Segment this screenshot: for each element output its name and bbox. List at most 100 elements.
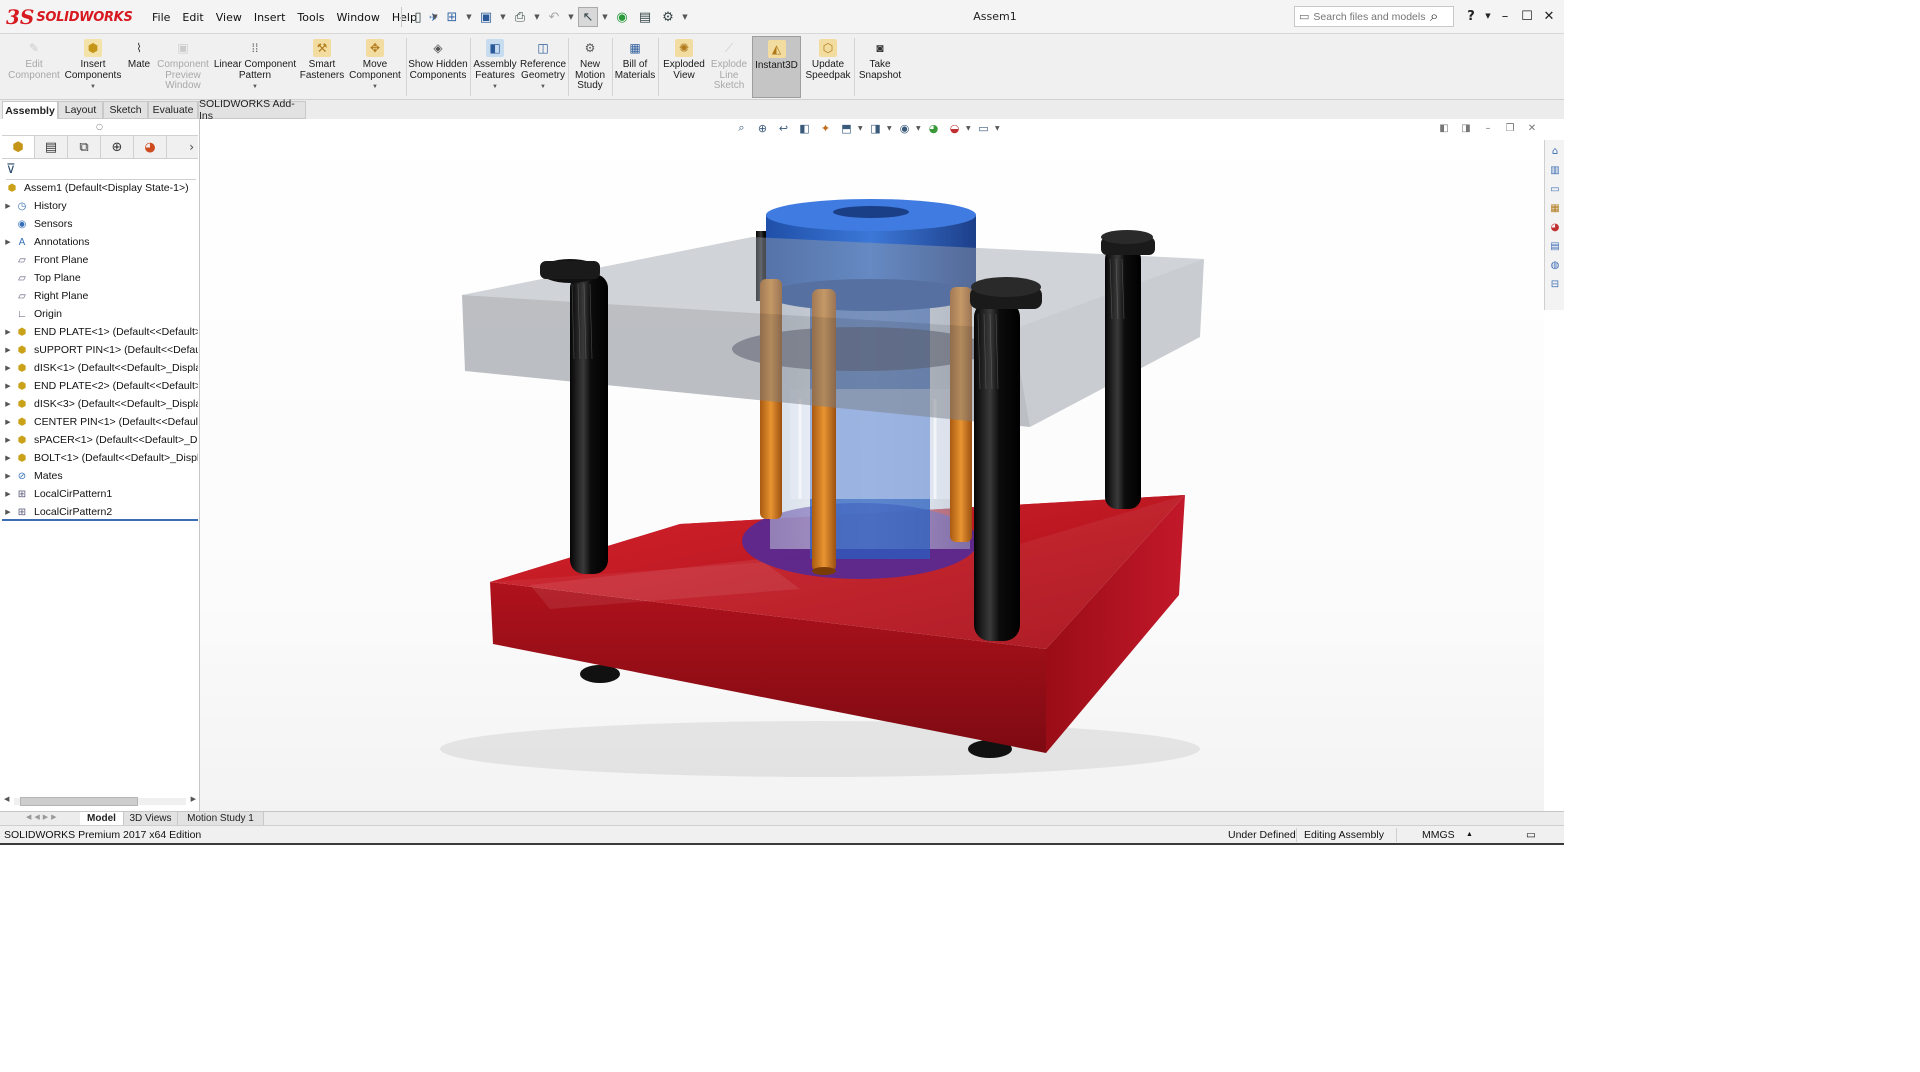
chevron-down-icon[interactable]: ▼ (567, 13, 575, 21)
instant3d-button[interactable]: ◭ Instant3D (752, 36, 801, 98)
solidworks-forum-icon[interactable]: ◍ (1547, 257, 1563, 273)
tree-item-front-plane[interactable]: ▱ Front Plane (2, 251, 198, 269)
chevron-down-icon[interactable]: ▼ (601, 13, 609, 21)
chevron-down-icon[interactable]: ▼ (252, 82, 258, 93)
linear-component-pattern-button[interactable]: ⁞⁞ Linear Component Pattern ▼ (212, 36, 298, 98)
comment-bubble-icon[interactable]: ▭ (1526, 829, 1536, 841)
chevron-down-icon[interactable]: ▼ (995, 125, 1001, 132)
graphics-area[interactable]: ⌕ ⊕ ↩ ◧ ✦ ⬒ ▼ ◨ ▼ ◉ ▼ ◕ ◒ ▼ ▭ ▼ ◧ ◨ – ❐ … (200, 119, 1544, 811)
zoom-to-fit-icon[interactable]: ⌕ (732, 119, 751, 137)
expand-arrow-icon[interactable]: ▶ (2, 202, 14, 210)
chevron-up-icon[interactable]: ▲ (1466, 831, 1473, 838)
rollback-bar[interactable] (2, 519, 198, 521)
featuremanager-tree-icon[interactable]: ⬢ (2, 136, 35, 158)
split-left-icon[interactable]: ◧ (1436, 120, 1452, 136)
dimxpertmanager-icon[interactable]: ⊕ (101, 136, 134, 158)
chevron-down-icon[interactable]: ▼ (465, 13, 473, 21)
appearances-icon[interactable]: ◕ (1547, 219, 1563, 235)
tree-item-annotations[interactable]: ▶ A Annotations (2, 233, 198, 251)
insert-components-button[interactable]: ⬢ Insert Components ▼ (64, 36, 122, 98)
rebuild-icon[interactable]: ◉ (612, 7, 632, 27)
move-component-button[interactable]: ✥ Move Component ▼ (346, 36, 404, 98)
configurationmanager-icon[interactable]: ⧉ (68, 136, 101, 158)
split-right-icon[interactable]: ◨ (1458, 120, 1474, 136)
chevron-down-icon[interactable]: ▼ (90, 82, 96, 93)
menu-window[interactable]: Window (331, 11, 386, 24)
menu-file[interactable]: File (146, 11, 176, 24)
tree-item-top-plane[interactable]: ▱ Top Plane (2, 269, 198, 287)
tab-layout[interactable]: Layout (58, 101, 103, 119)
propertymanager-icon[interactable]: ▤ (35, 136, 68, 158)
new-motion-study-button[interactable]: ⚙ New Motion Study (570, 36, 610, 98)
assembly-features-button[interactable]: ◧ Assembly Features ▼ (472, 36, 518, 98)
menu-edit[interactable]: Edit (176, 11, 209, 24)
close-icon[interactable]: ✕ (1524, 120, 1540, 136)
chevron-down-icon[interactable]: ▼ (431, 13, 439, 21)
tree-item-localcirpattern1[interactable]: ▶ ⊞ LocalCirPattern1 (2, 485, 198, 503)
tab-evaluate[interactable]: Evaluate (148, 101, 198, 119)
tree-item-center-pin-1[interactable]: ▶ ⬢ CENTER PIN<1> (Default<<Default> (2, 413, 198, 431)
filter-icon[interactable]: ⊽ (6, 162, 196, 180)
chevron-down-icon[interactable]: ▼ (1484, 6, 1492, 26)
expand-arrow-icon[interactable]: ▶ (2, 490, 14, 498)
expand-arrow-icon[interactable]: ▶ (2, 454, 14, 462)
dynamic-annotation-icon[interactable]: ✦ (816, 119, 835, 137)
explode-line-sketch-button[interactable]: ⟋ Explode Line Sketch (708, 36, 750, 98)
tree-root-assembly[interactable]: ⬢ Assem1 (Default<Display State-1>) (2, 179, 198, 197)
component-preview-window-button[interactable]: ▣ Component Preview Window (156, 36, 210, 98)
expand-arrow-icon[interactable]: ▶ (2, 346, 14, 354)
tree-item-spacer-1[interactable]: ▶ ⬢ sPACER<1> (Default<<Default>_Dis (2, 431, 198, 449)
chevron-down-icon[interactable]: ▼ (372, 82, 378, 93)
apply-scene-icon[interactable]: ◒ (945, 119, 964, 137)
hide-show-items-icon[interactable]: ◉ (895, 119, 914, 137)
chevron-down-icon[interactable]: ▼ (916, 125, 922, 132)
save-icon[interactable]: ▣ (476, 7, 496, 27)
tab-assembly[interactable]: Assembly (2, 101, 58, 119)
expand-arrow-icon[interactable]: ▶ (2, 436, 14, 444)
tab-solidworks-add-ins[interactable]: SOLIDWORKS Add-Ins (198, 98, 306, 122)
minimize-icon[interactable]: – (1480, 120, 1496, 136)
section-view-icon[interactable]: ◧ (795, 119, 814, 137)
undo-icon[interactable]: ↶ (544, 7, 564, 27)
displaymanager-icon[interactable]: ◕ (134, 136, 167, 158)
update-speedpak-button[interactable]: ⬡ Update Speedpak (804, 36, 852, 98)
toolbox-icon[interactable]: ⊟ (1547, 276, 1563, 292)
view-palette-icon[interactable]: ▦ (1547, 200, 1563, 216)
chevron-down-icon[interactable]: ▼ (858, 125, 864, 132)
expand-arrow-icon[interactable]: ▶ (2, 472, 14, 480)
file-properties-icon[interactable]: ▤ (635, 7, 655, 27)
menu-view[interactable]: View (210, 11, 248, 24)
previous-view-icon[interactable]: ↩ (774, 119, 793, 137)
tree-horizontal-scrollbar[interactable]: ◀ ▶ (4, 795, 196, 807)
restore-icon[interactable]: ❐ (1502, 120, 1518, 136)
tab-motion-study-1[interactable]: Motion Study 1 (178, 812, 264, 825)
reference-geometry-button[interactable]: ◫ Reference Geometry ▼ (520, 36, 566, 98)
chevron-down-icon[interactable]: ▼ (492, 82, 498, 93)
solidworks-logo[interactable]: 3S SOLIDWORKS (6, 3, 133, 31)
edit-component-button[interactable]: ✎ Edit Component (6, 36, 62, 98)
tree-item-bolt-1[interactable]: ▶ ⬢ BOLT<1> (Default<<Default>_Displ: (2, 449, 198, 467)
expand-arrow-icon[interactable]: ▶ (2, 364, 14, 372)
chevron-down-icon[interactable]: ▼ (681, 13, 689, 21)
expand-arrow-icon[interactable]: ▶ (2, 382, 14, 390)
expand-arrow-icon[interactable]: ▶ (2, 328, 14, 336)
search-input[interactable] (1313, 10, 1432, 23)
menu-tools[interactable]: Tools (291, 11, 330, 24)
chevron-down-icon[interactable]: ▼ (533, 13, 541, 21)
scroll-left-icon[interactable]: ◀ (4, 795, 9, 803)
tab-model[interactable]: Model (80, 812, 124, 825)
scroll-right-icon[interactable]: ▶ (191, 795, 196, 803)
mate-button[interactable]: ⌇ Mate (124, 36, 154, 98)
scroll-thumb[interactable] (20, 797, 138, 806)
minimize-icon[interactable]: – (1496, 6, 1514, 26)
new-document-icon[interactable]: ▯ (408, 7, 428, 27)
tab-scroll-arrows-icon[interactable]: ◀◀▶▶ (26, 813, 60, 821)
exploded-view-button[interactable]: ✺ Exploded View (660, 36, 708, 98)
show-hidden-components-button[interactable]: ◈ Show Hidden Components (408, 36, 468, 98)
options-gear-icon[interactable]: ⚙ (658, 7, 678, 27)
tree-item-origin[interactable]: ∟ Origin (2, 305, 198, 323)
select-pointer-icon[interactable]: ↖ (578, 7, 598, 27)
custom-properties-icon[interactable]: ▤ (1547, 238, 1563, 254)
assembly-3d-model[interactable] (200, 119, 1544, 811)
tree-item-disk-1[interactable]: ▶ ⬢ dISK<1> (Default<<Default>_Displa (2, 359, 198, 377)
